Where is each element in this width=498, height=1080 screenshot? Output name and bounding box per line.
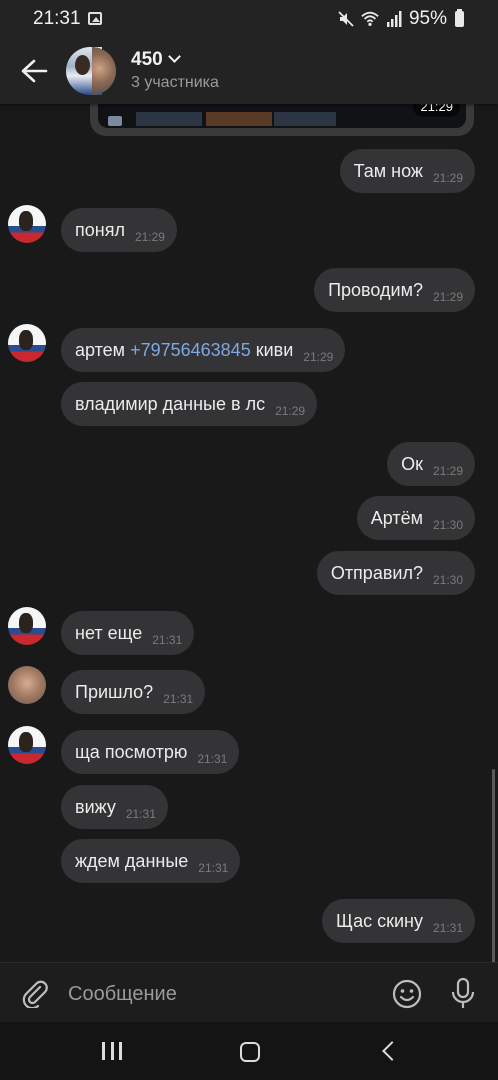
home-icon[interactable] [240,1042,260,1062]
incoming-message[interactable]: нет еще 21:31 [61,611,195,655]
battery-icon [455,9,464,27]
image-thumbnail[interactable]: 21:29 [98,104,466,128]
message-time: 21:29 [432,464,463,478]
status-icons: 95% [337,8,464,30]
message-time: 21:31 [198,861,229,875]
message-time: 21:31 [152,633,183,647]
message-text: Ок [401,453,423,474]
microphone-icon[interactable] [449,977,477,1011]
chat-title[interactable]: 450 [131,49,181,71]
message-time: 21:31 [125,807,156,821]
system-nav-bar [0,1022,498,1080]
outgoing-message[interactable]: Артём 21:30 [356,496,475,540]
incoming-message[interactable]: ща посмотрю 21:31 [61,730,240,774]
message-time: 21:30 [432,573,463,587]
avatar[interactable] [8,726,46,764]
image-content [136,112,202,126]
chat-header: 450 3 участника [0,38,498,104]
message-text: Там нож [353,160,423,181]
avatar[interactable] [8,607,46,645]
message-text: Проводим? [328,279,423,300]
avatar[interactable] [8,324,46,362]
chevron-down-icon [167,50,181,63]
avatar[interactable] [8,666,46,704]
outgoing-message[interactable]: Отправил? 21:30 [316,551,475,595]
message-text: Щас скину [336,910,423,931]
incoming-message[interactable]: ждем данные 21:31 [61,839,241,883]
status-time: 21:31 [33,8,81,29]
message-input[interactable] [68,975,368,1013]
emoji-icon[interactable] [391,978,423,1010]
image-content [274,112,336,126]
message-time: 21:30 [432,518,463,532]
incoming-message[interactable]: вижу 21:31 [61,785,168,829]
wifi-icon [361,11,379,27]
message-time: 21:29 [432,290,463,304]
incoming-message[interactable]: понял 21:29 [61,208,177,252]
message-time: 21:29 [303,350,334,364]
message-time: 21:31 [163,692,194,706]
battery-percent: 95% [408,8,447,29]
message-text: вижу [75,796,116,817]
message-time: 21:31 [197,752,228,766]
incoming-message[interactable]: Пришло? 21:31 [61,670,206,714]
avatar[interactable] [8,205,46,243]
image-content [108,116,122,126]
recent-apps-icon[interactable] [102,1042,122,1060]
outgoing-message[interactable]: Щас скину 21:31 [322,899,475,943]
paperclip-icon[interactable] [20,978,50,1008]
message-text: Отправил? [330,562,423,583]
message-list[interactable]: 21:29 Там нож 21:29 понял 21:29 Проводим? 2… [0,104,498,962]
gallery-icon [88,12,102,25]
message-time: 21:29 [275,404,306,418]
incoming-message[interactable]: артем +79756463845 киви 21:29 [61,328,346,372]
message-text: артем [75,339,126,360]
outgoing-message[interactable]: Проводим? 21:29 [314,268,475,312]
message-text: владимир данные в лс [75,393,266,414]
message-text: понял [75,219,125,240]
scrollbar[interactable] [492,769,495,962]
incoming-message[interactable]: владимир данные в лс 21:29 [61,382,318,426]
phone-link[interactable]: +79756463845 [130,340,251,361]
message-text: нет еще [75,622,143,643]
chat-title-text: 450 [131,49,163,70]
group-avatar[interactable] [66,47,116,95]
message-time: 21:29 [413,104,460,117]
message-text: ща посмотрю [75,741,188,762]
outgoing-message[interactable]: Ок 21:29 [387,442,475,486]
participants-count: 3 участника [131,74,219,91]
nav-back-icon[interactable] [382,1041,402,1061]
message-time: 21:29 [134,230,165,244]
message-text: киви [255,339,294,360]
outgoing-message[interactable]: Там нож 21:29 [339,149,475,193]
message-text: ждем данные [75,850,189,871]
member-avatar-2 [92,47,116,95]
message-time: 21:31 [432,921,463,935]
message-text: Артём [370,507,423,528]
image-message[interactable]: 21:29 [90,104,474,136]
mute-icon [338,11,354,27]
signal-icon [386,11,402,27]
back-arrow-icon[interactable] [20,58,48,84]
image-content [206,112,272,126]
status-bar: 21:31 95% [0,0,498,38]
message-time: 21:29 [432,171,463,185]
message-composer [0,962,498,1022]
message-text: Пришло? [75,681,154,702]
